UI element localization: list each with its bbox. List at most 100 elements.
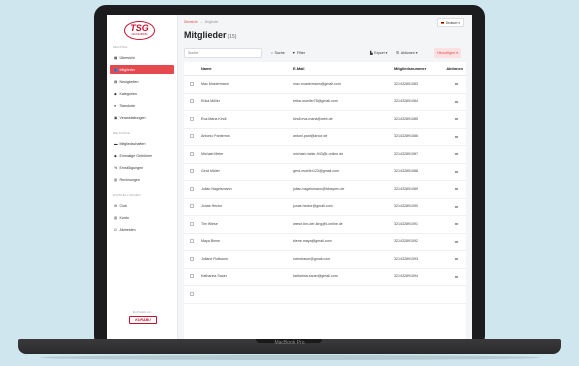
cell-email: michael-meier-943@t-online.de (293, 151, 344, 156)
cell-name: Katharina Sauer (201, 274, 227, 279)
cell-name: Julian Nagelsmann (201, 186, 232, 191)
cell-email: katharina.sauer@gmail.com (293, 274, 338, 279)
row-checkbox[interactable] (190, 134, 194, 139)
more-actions-icon[interactable]: ••• (455, 81, 459, 86)
chevron-down-icon: ▾ (456, 51, 458, 55)
more-actions-icon[interactable]: ••• (455, 274, 459, 279)
table-row[interactable]: Max Mustermann max.mustermann@gmail.com 32… (184, 75, 466, 94)
cell-number: 321432891089 (394, 186, 418, 191)
filter-button[interactable]: ▼ Filter (290, 48, 307, 58)
row-checkbox[interactable] (190, 151, 194, 156)
column-name[interactable]: Name (201, 66, 212, 71)
row-checkbox[interactable] (190, 169, 194, 174)
sidebar-item-label: Standorte (119, 103, 136, 108)
club-logo[interactable]: TSG FECHENHEIM (124, 21, 155, 40)
cell-number: 321432891094 (394, 274, 418, 279)
sidebar-item-club[interactable]: ⚙ Club (110, 201, 174, 210)
table-row[interactable]: Eva-Maria Kindl kindl.eva-maria@web.de 321… (184, 110, 466, 129)
row-checkbox[interactable] (190, 274, 194, 279)
row-checkbox[interactable] (190, 99, 194, 104)
column-member-number[interactable]: Mitgliedsnummer (394, 66, 426, 71)
cell-number: 321432891090 (394, 204, 418, 209)
table-row[interactable]: Juliane Rotbaum rotenbaum@gmail.com 321432… (184, 250, 466, 269)
more-actions-icon[interactable]: ••• (455, 239, 459, 244)
breadcrumb-current: Mitglieder (204, 20, 219, 24)
cell-number: 321432891091 (394, 221, 418, 226)
table-row[interactable]: Katharina Sauer katharina.sauer@gmail.com… (184, 268, 466, 286)
sidebar-item-rechnungen[interactable]: ▥ Rechnungen (110, 175, 174, 184)
sidebar-item-mitgliedschaften[interactable]: ▬ Mitgliedschaften (110, 139, 174, 148)
table-row[interactable]: Michael Meier michael-meier-943@t-online.… (184, 145, 466, 164)
table-row[interactable]: Erika Müller erika-mueller78@gmail.com 321… (184, 93, 466, 111)
cell-email: julian.nagelsmann@fcbayern.de (293, 186, 345, 191)
language-select[interactable]: Deutsch ▾ (437, 18, 464, 27)
sidebar-item-übersicht[interactable]: ▦ Übersicht (110, 53, 174, 62)
chart-icon: ▙ (370, 51, 373, 55)
table-row[interactable]: Gerd Müller gerd.mueller123@gmail.com 3214… (184, 163, 466, 181)
users-icon: 👥 (114, 67, 119, 72)
sidebar-item-kategorien[interactable]: ◆ Kategorien (110, 89, 174, 98)
sidebar-item-abmelden[interactable]: ⏻ Abmelden (110, 225, 174, 234)
row-checkbox[interactable] (190, 186, 194, 191)
sidebar-item-neuigkeiten[interactable]: ▤ Neuigkeiten (110, 77, 174, 86)
cell-number: 321432891083 (394, 81, 418, 86)
laptop-brand: MacBook Pro (274, 340, 305, 346)
cell-email: max.mustermann@gmail.com (293, 81, 341, 86)
more-actions-icon[interactable]: ••• (455, 169, 459, 174)
row-checkbox[interactable] (190, 239, 194, 244)
gear-icon: ⚙ (114, 203, 118, 208)
table-row[interactable] (184, 285, 466, 304)
search-button[interactable]: ⌕ Suche (269, 48, 287, 58)
row-checkbox[interactable] (190, 256, 194, 261)
cell-name: Gerd Müller (201, 169, 220, 174)
sidebar-item-konto[interactable]: ▥ Konto (110, 213, 174, 222)
cell-name: Maya Biene (201, 239, 220, 244)
table-row[interactable]: Antonio Panterros antoni.pant@arcor.de 321… (184, 128, 466, 146)
sidebar-item-mitglieder[interactable]: 👥 Mitglieder (110, 65, 174, 74)
calendar-icon: ▣ (114, 115, 118, 120)
sidebar-item-ermäßigungen[interactable]: % Ermäßigungen (110, 163, 174, 172)
breadcrumb-parent[interactable]: Übersicht (184, 20, 197, 24)
filter-icon: ▼ (292, 51, 296, 55)
sidebar-item-veranstaltungen[interactable]: ▣ Veranstaltungen (110, 113, 174, 122)
add-button[interactable]: Hinzufügen ▾ (434, 48, 461, 58)
sidebar-item-label: Abmelden (119, 227, 136, 232)
search-input[interactable] (184, 48, 262, 58)
more-actions-icon[interactable]: ••• (455, 134, 459, 139)
table-row[interactable]: Maya Biene biene.maya@gmail.com 3214328910… (184, 233, 466, 251)
row-checkbox[interactable] (190, 204, 194, 209)
table-row[interactable]: Tim Wiese wiese-tim-der-king@t-online.de 3… (184, 215, 466, 234)
cell-email: gerd.mueller123@gmail.com (293, 169, 339, 174)
sidebar-item-einmalige-gebühren[interactable]: ◆ Einmalige Gebühren (110, 151, 174, 160)
export-button[interactable]: ▙ Export ▾ (368, 48, 389, 58)
row-checkbox[interactable] (190, 221, 194, 226)
row-checkbox[interactable] (190, 81, 194, 86)
chevron-down-icon: ▾ (385, 51, 388, 55)
card-icon: ▬ (114, 141, 118, 146)
sidebar-item-standorte[interactable]: ● Standorte (110, 101, 174, 110)
sidebar-item-label: Mitgliedschaften (119, 141, 146, 146)
more-actions-icon[interactable]: ••• (455, 221, 459, 226)
more-actions-icon[interactable]: ••• (455, 99, 459, 104)
more-actions-icon[interactable]: ••• (455, 116, 459, 121)
more-actions-icon[interactable]: ••• (455, 151, 459, 156)
more-actions-icon[interactable]: ••• (455, 186, 459, 191)
cell-name: Tim Wiese (201, 221, 218, 226)
cell-email: antoni.pant@arcor.de (293, 134, 328, 139)
more-actions-icon[interactable]: ••• (455, 204, 459, 209)
table-row[interactable]: Julian Nagelsmann julian.nagelsmann@fcbay… (184, 180, 466, 199)
cell-email: biene.maya@gmail.com (293, 239, 332, 244)
actions-button[interactable]: ☰ Aktionen ▾ (394, 48, 420, 58)
kurabu-logo[interactable]: KURABU (129, 316, 157, 324)
column-email[interactable]: E-Mail (293, 66, 304, 71)
cell-email: kindl.eva-maria@web.de (293, 116, 333, 121)
cell-name: Jonas Hector (201, 204, 223, 209)
chevron-down-icon: ▾ (458, 20, 460, 25)
news-icon: ▤ (114, 79, 118, 84)
row-checkbox[interactable] (190, 291, 194, 296)
table-row[interactable]: Jonas Hector jonas.hector@gmail.com 321432… (184, 198, 466, 216)
row-checkbox[interactable] (190, 116, 194, 121)
cell-number: 321432891085 (394, 116, 418, 121)
more-actions-icon[interactable]: ••• (455, 256, 459, 261)
cell-number: 321432891093 (394, 256, 418, 261)
